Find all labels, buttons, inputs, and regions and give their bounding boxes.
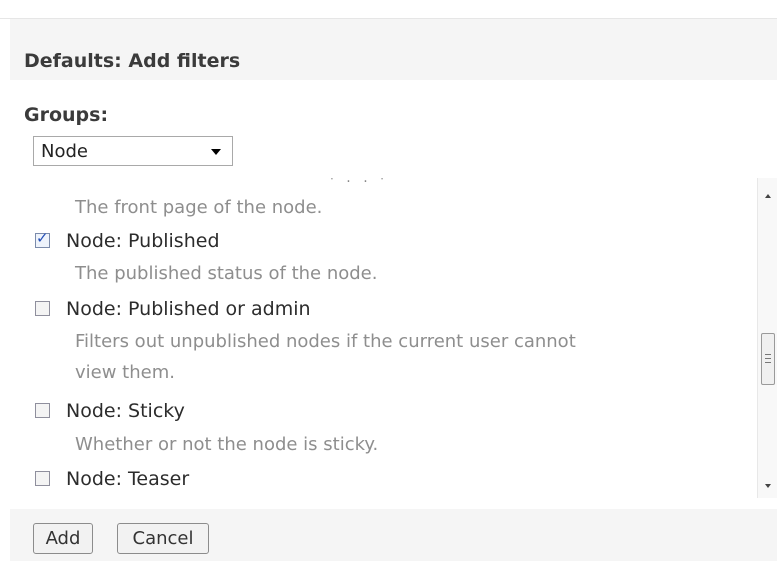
groups-label: Groups:: [24, 104, 109, 126]
grip-line: [765, 362, 771, 363]
scrollbar-thumb[interactable]: [761, 333, 775, 385]
scroll-down-icon[interactable]: [765, 484, 771, 488]
panel-title: Defaults: Add filters: [24, 50, 241, 72]
chevron-down-icon: [211, 149, 221, 155]
filter-label: Node: Published or admin: [66, 298, 311, 320]
filter-list[interactable]: ' · · ' The front page of the node. ✓ No…: [10, 178, 757, 498]
scroll-up-icon[interactable]: [765, 194, 771, 198]
filter-label: Node: Teaser: [66, 468, 190, 490]
filter-description: The published status of the node.: [75, 263, 378, 284]
cancel-button[interactable]: Cancel: [117, 523, 209, 554]
grip-line: [765, 354, 771, 355]
checkbox[interactable]: [35, 301, 50, 316]
filter-description: Whether or not the node is sticky.: [75, 434, 379, 455]
groups-select[interactable]: Node: [33, 136, 233, 166]
grip-line: [765, 358, 771, 359]
clipped-text-remnant: ' · · ': [330, 178, 388, 190]
check-mark-icon: ✓: [36, 229, 49, 247]
groups-select-value: Node: [41, 141, 88, 162]
filter-description: Filters out unpublished nodes if the cur…: [75, 331, 576, 352]
filter-label: Node: Published: [66, 230, 220, 252]
checkbox[interactable]: [35, 471, 50, 486]
vertical-scrollbar[interactable]: [757, 178, 777, 498]
filter-description: The front page of the node.: [75, 197, 323, 218]
checkbox[interactable]: [35, 403, 50, 418]
filter-description: view them.: [75, 362, 175, 383]
checkbox-checked[interactable]: ✓: [35, 229, 50, 248]
filter-label: Node: Sticky: [66, 400, 185, 422]
add-button[interactable]: Add: [33, 523, 93, 554]
